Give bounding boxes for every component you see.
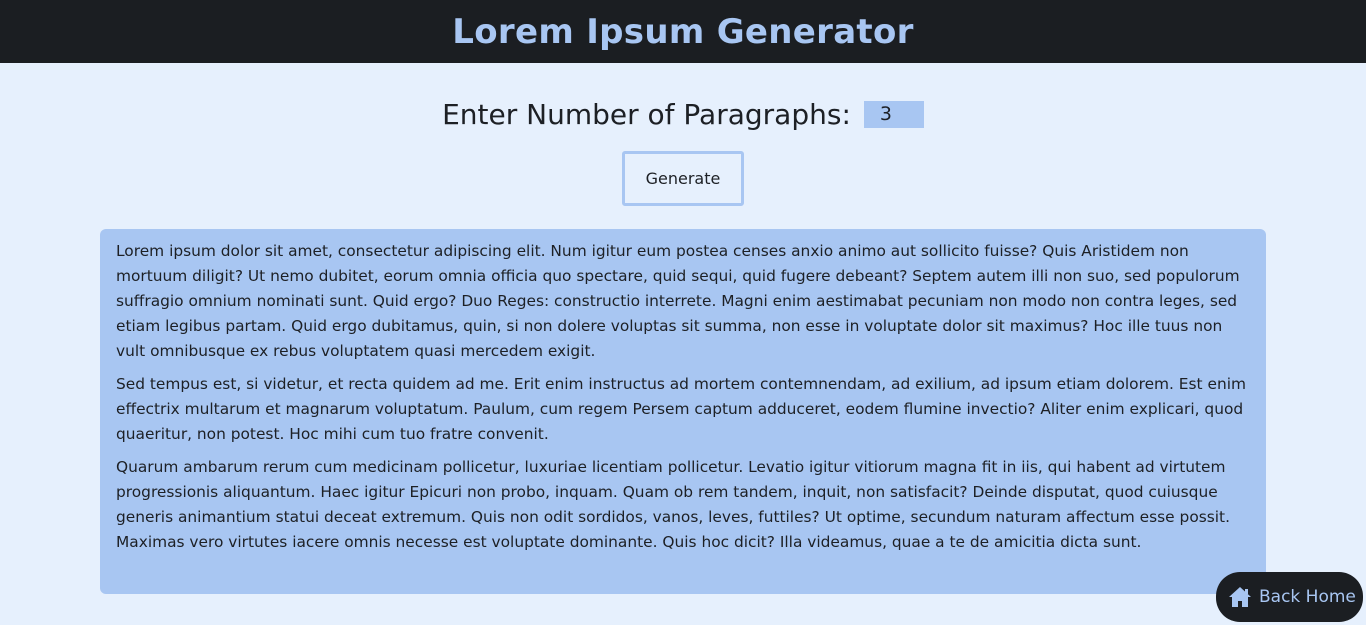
back-home-label: Back Home — [1259, 587, 1356, 607]
home-icon — [1229, 587, 1251, 607]
paragraph-count-label: Enter Number of Paragraphs: — [442, 97, 851, 131]
paragraph-count-row: Enter Number of Paragraphs: — [0, 97, 1366, 131]
generate-button[interactable]: Generate — [622, 151, 744, 206]
app-header: Lorem Ipsum Generator — [0, 0, 1366, 63]
generated-paragraph: Lorem ipsum dolor sit amet, consectetur … — [116, 242, 1240, 360]
back-home-button[interactable]: Back Home — [1216, 572, 1363, 622]
page-title: Lorem Ipsum Generator — [452, 11, 914, 52]
paragraph-count-input[interactable] — [863, 100, 924, 128]
generated-paragraph: Sed tempus est, si videtur, et recta qui… — [116, 375, 1246, 443]
generated-paragraph: Quarum ambarum rerum cum medicinam polli… — [116, 458, 1230, 551]
generate-button-row: Generate — [0, 151, 1366, 206]
generated-text-output: Lorem ipsum dolor sit amet, consectetur … — [100, 229, 1266, 594]
